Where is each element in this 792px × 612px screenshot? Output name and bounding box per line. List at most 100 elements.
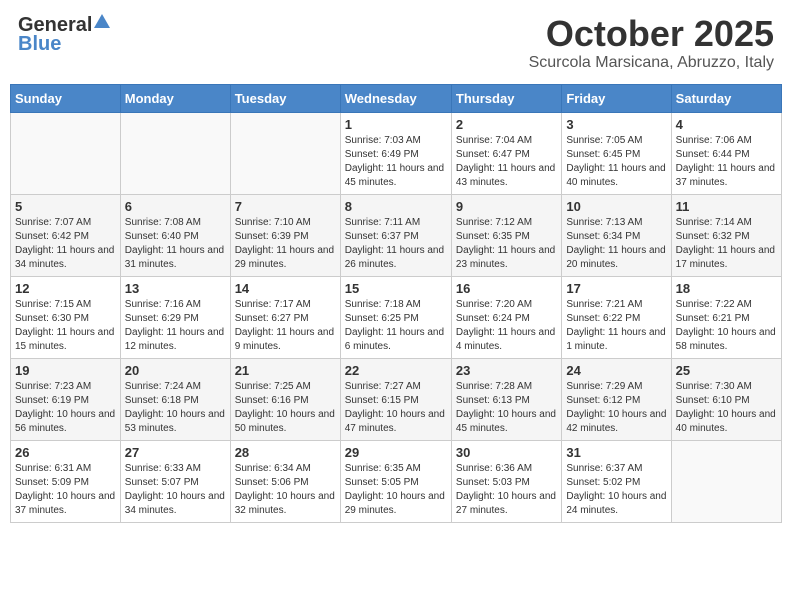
calendar-cell: 23 Sunrise: 7:28 AM Sunset: 6:13 PM Dayl…: [451, 358, 561, 440]
day-info: Sunrise: 7:14 AM Sunset: 6:32 PM Dayligh…: [676, 216, 777, 272]
day-info: Sunrise: 7:30 AM Sunset: 6:10 PM Dayligh…: [676, 380, 777, 436]
day-number: 11: [676, 199, 777, 214]
sunset-text: Sunset: 5:06 PM: [235, 477, 309, 488]
day-number: 12: [15, 281, 116, 296]
calendar-cell: 17 Sunrise: 7:21 AM Sunset: 6:22 PM Dayl…: [562, 276, 671, 358]
sunset-text: Sunset: 5:09 PM: [15, 477, 89, 488]
day-number: 20: [125, 363, 226, 378]
calendar-table: SundayMondayTuesdayWednesdayThursdayFrid…: [10, 84, 782, 523]
day-info: Sunrise: 7:04 AM Sunset: 6:47 PM Dayligh…: [456, 134, 557, 190]
day-number: 24: [566, 363, 666, 378]
day-info: Sunrise: 6:33 AM Sunset: 5:07 PM Dayligh…: [125, 462, 226, 518]
sunset-text: Sunset: 6:39 PM: [235, 231, 309, 242]
daylight-text: Daylight: 11 hours and 23 minutes.: [456, 245, 555, 270]
daylight-text: Daylight: 10 hours and 37 minutes.: [15, 491, 115, 516]
sunrise-text: Sunrise: 7:13 AM: [566, 217, 642, 228]
calendar-cell: 20 Sunrise: 7:24 AM Sunset: 6:18 PM Dayl…: [120, 358, 230, 440]
day-info: Sunrise: 6:34 AM Sunset: 5:06 PM Dayligh…: [235, 462, 336, 518]
calendar-week-row: 1 Sunrise: 7:03 AM Sunset: 6:49 PM Dayli…: [11, 112, 782, 194]
sunset-text: Sunset: 6:37 PM: [345, 231, 419, 242]
day-number: 8: [345, 199, 447, 214]
sunrise-text: Sunrise: 7:16 AM: [125, 299, 201, 310]
day-info: Sunrise: 7:06 AM Sunset: 6:44 PM Dayligh…: [676, 134, 777, 190]
daylight-text: Daylight: 11 hours and 31 minutes.: [125, 245, 224, 270]
calendar-cell: 13 Sunrise: 7:16 AM Sunset: 6:29 PM Dayl…: [120, 276, 230, 358]
weekday-header-friday: Friday: [562, 84, 671, 112]
day-info: Sunrise: 7:13 AM Sunset: 6:34 PM Dayligh…: [566, 216, 666, 272]
day-number: 18: [676, 281, 777, 296]
sunrise-text: Sunrise: 7:22 AM: [676, 299, 752, 310]
day-number: 9: [456, 199, 557, 214]
sunset-text: Sunset: 6:29 PM: [125, 313, 199, 324]
sunrise-text: Sunrise: 7:03 AM: [345, 135, 421, 146]
calendar-cell: [11, 112, 121, 194]
sunrise-text: Sunrise: 6:33 AM: [125, 463, 201, 474]
day-number: 21: [235, 363, 336, 378]
daylight-text: Daylight: 11 hours and 1 minute.: [566, 327, 665, 352]
calendar-cell: 5 Sunrise: 7:07 AM Sunset: 6:42 PM Dayli…: [11, 194, 121, 276]
day-number: 23: [456, 363, 557, 378]
calendar-cell: 3 Sunrise: 7:05 AM Sunset: 6:45 PM Dayli…: [562, 112, 671, 194]
day-info: Sunrise: 7:03 AM Sunset: 6:49 PM Dayligh…: [345, 134, 447, 190]
daylight-text: Daylight: 10 hours and 27 minutes.: [456, 491, 556, 516]
day-number: 6: [125, 199, 226, 214]
weekday-header-sunday: Sunday: [11, 84, 121, 112]
day-info: Sunrise: 6:31 AM Sunset: 5:09 PM Dayligh…: [15, 462, 116, 518]
sunrise-text: Sunrise: 7:06 AM: [676, 135, 752, 146]
day-number: 31: [566, 445, 666, 460]
calendar-cell: 21 Sunrise: 7:25 AM Sunset: 6:16 PM Dayl…: [230, 358, 340, 440]
sunset-text: Sunset: 6:49 PM: [345, 149, 419, 160]
sunset-text: Sunset: 6:45 PM: [566, 149, 640, 160]
sunrise-text: Sunrise: 6:31 AM: [15, 463, 91, 474]
daylight-text: Daylight: 10 hours and 47 minutes.: [345, 409, 445, 434]
calendar-week-row: 12 Sunrise: 7:15 AM Sunset: 6:30 PM Dayl…: [11, 276, 782, 358]
day-info: Sunrise: 7:08 AM Sunset: 6:40 PM Dayligh…: [125, 216, 226, 272]
sunrise-text: Sunrise: 7:15 AM: [15, 299, 91, 310]
day-info: Sunrise: 6:35 AM Sunset: 5:05 PM Dayligh…: [345, 462, 447, 518]
day-number: 1: [345, 117, 447, 132]
day-info: Sunrise: 6:37 AM Sunset: 5:02 PM Dayligh…: [566, 462, 666, 518]
sunset-text: Sunset: 6:18 PM: [125, 395, 199, 406]
sunset-text: Sunset: 5:07 PM: [125, 477, 199, 488]
sunrise-text: Sunrise: 7:08 AM: [125, 217, 201, 228]
sunrise-text: Sunrise: 6:35 AM: [345, 463, 421, 474]
day-info: Sunrise: 6:36 AM Sunset: 5:03 PM Dayligh…: [456, 462, 557, 518]
day-number: 27: [125, 445, 226, 460]
day-number: 3: [566, 117, 666, 132]
day-info: Sunrise: 7:28 AM Sunset: 6:13 PM Dayligh…: [456, 380, 557, 436]
daylight-text: Daylight: 11 hours and 40 minutes.: [566, 163, 665, 188]
sunset-text: Sunset: 6:47 PM: [456, 149, 530, 160]
logo-blue-text: Blue: [18, 33, 61, 56]
daylight-text: Daylight: 11 hours and 12 minutes.: [125, 327, 224, 352]
sunrise-text: Sunrise: 7:07 AM: [15, 217, 91, 228]
sunset-text: Sunset: 6:12 PM: [566, 395, 640, 406]
daylight-text: Daylight: 10 hours and 45 minutes.: [456, 409, 556, 434]
sunset-text: Sunset: 6:19 PM: [15, 395, 89, 406]
weekday-header-monday: Monday: [120, 84, 230, 112]
calendar-cell: 19 Sunrise: 7:23 AM Sunset: 6:19 PM Dayl…: [11, 358, 121, 440]
day-info: Sunrise: 7:29 AM Sunset: 6:12 PM Dayligh…: [566, 380, 666, 436]
calendar-cell: [671, 440, 781, 522]
weekday-header-wednesday: Wednesday: [340, 84, 451, 112]
day-number: 30: [456, 445, 557, 460]
sunset-text: Sunset: 6:30 PM: [15, 313, 89, 324]
sunrise-text: Sunrise: 7:17 AM: [235, 299, 311, 310]
day-number: 2: [456, 117, 557, 132]
calendar-cell: 12 Sunrise: 7:15 AM Sunset: 6:30 PM Dayl…: [11, 276, 121, 358]
daylight-text: Daylight: 11 hours and 34 minutes.: [15, 245, 114, 270]
day-info: Sunrise: 7:16 AM Sunset: 6:29 PM Dayligh…: [125, 298, 226, 354]
logo: General Blue: [18, 14, 110, 56]
month-title: October 2025: [529, 14, 774, 54]
daylight-text: Daylight: 11 hours and 6 minutes.: [345, 327, 444, 352]
day-info: Sunrise: 7:07 AM Sunset: 6:42 PM Dayligh…: [15, 216, 116, 272]
sunrise-text: Sunrise: 7:11 AM: [345, 217, 420, 228]
calendar-cell: 7 Sunrise: 7:10 AM Sunset: 6:39 PM Dayli…: [230, 194, 340, 276]
sunrise-text: Sunrise: 6:37 AM: [566, 463, 642, 474]
sunset-text: Sunset: 5:05 PM: [345, 477, 419, 488]
day-number: 29: [345, 445, 447, 460]
daylight-text: Daylight: 11 hours and 9 minutes.: [235, 327, 334, 352]
calendar-cell: 24 Sunrise: 7:29 AM Sunset: 6:12 PM Dayl…: [562, 358, 671, 440]
calendar-cell: 18 Sunrise: 7:22 AM Sunset: 6:21 PM Dayl…: [671, 276, 781, 358]
calendar-cell: 16 Sunrise: 7:20 AM Sunset: 6:24 PM Dayl…: [451, 276, 561, 358]
daylight-text: Daylight: 11 hours and 43 minutes.: [456, 163, 555, 188]
